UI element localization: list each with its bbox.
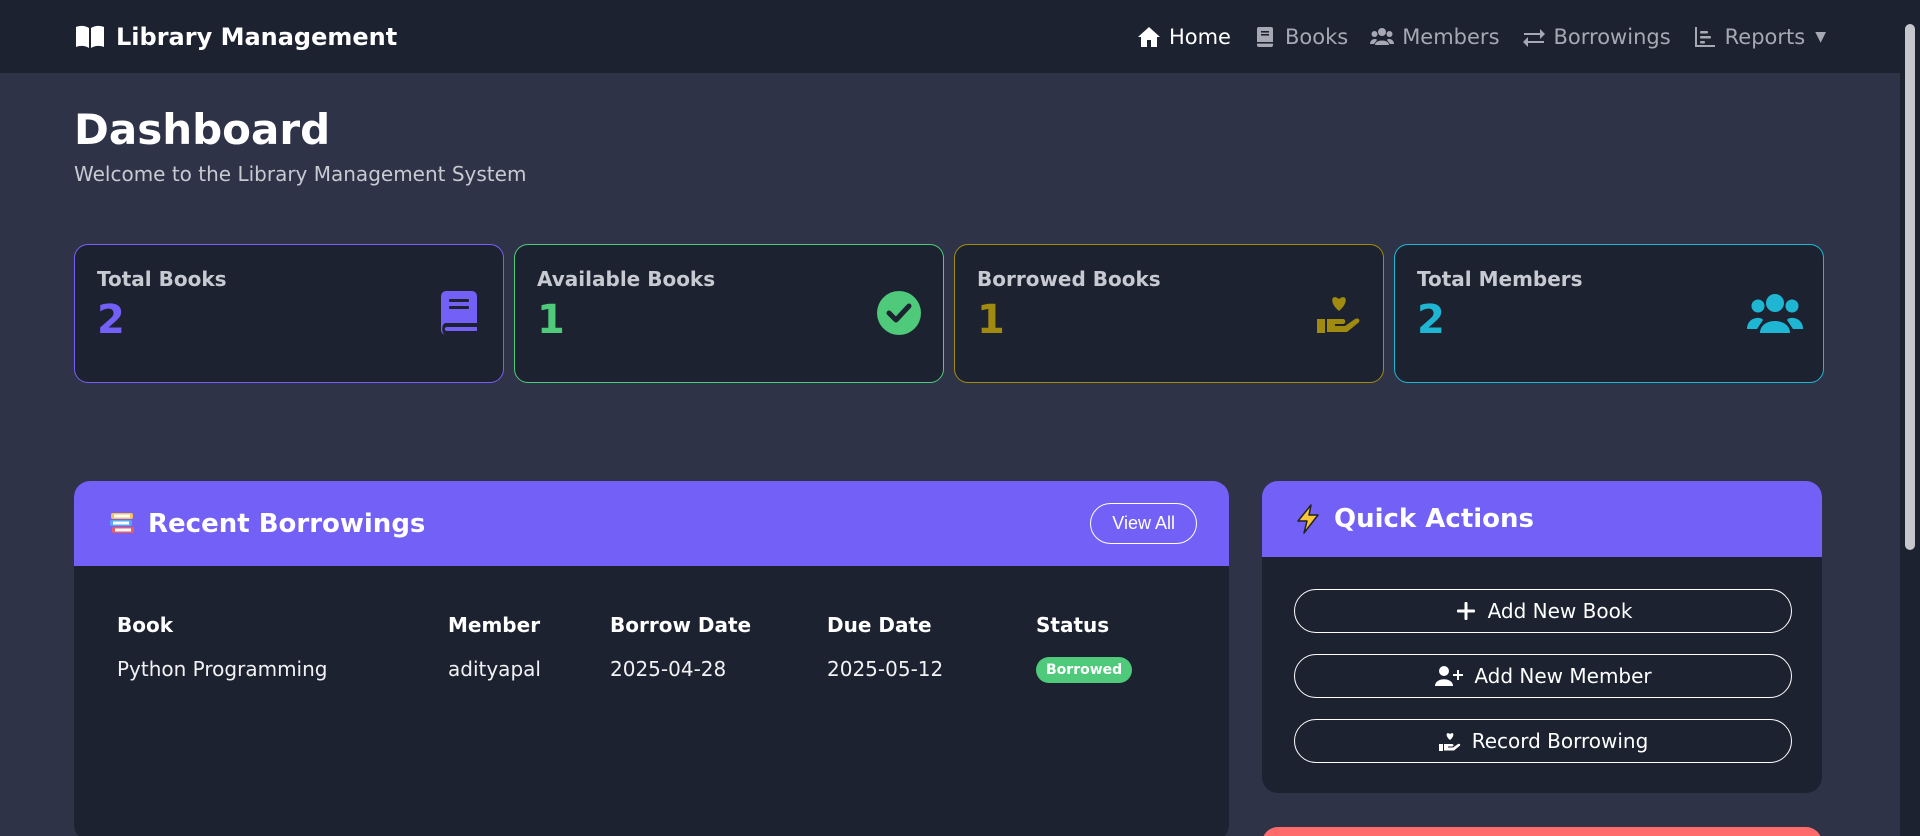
- column-header-status: Status: [1036, 613, 1110, 637]
- stat-label: Available Books: [537, 267, 716, 291]
- status-badge: Borrowed: [1036, 657, 1133, 683]
- users-icon: [1370, 27, 1395, 45]
- cell-book: Python Programming: [117, 657, 328, 681]
- button-label: Record Borrowing: [1471, 729, 1649, 753]
- table-row[interactable]: Python Programming adityapal 2025-04-28 …: [117, 640, 1156, 698]
- hand-holding-icon: [1438, 733, 1460, 751]
- cell-borrow-date: 2025-04-28: [610, 657, 727, 681]
- cell-due-date: 2025-05-12: [827, 657, 944, 681]
- add-new-book-button[interactable]: Add New Book: [1294, 589, 1792, 633]
- stat-label: Borrowed Books: [977, 267, 1161, 291]
- nav-item-label: Borrowings: [1553, 24, 1671, 49]
- chevron-down-icon: ▼: [1815, 28, 1826, 45]
- open-book-icon: [76, 25, 104, 48]
- panel-title-text: Recent Borrowings: [148, 508, 426, 539]
- record-borrowing-button[interactable]: Record Borrowing: [1294, 719, 1792, 763]
- panel-header: Quick Actions: [1262, 481, 1822, 557]
- hand-heart-icon: [1317, 297, 1360, 333]
- stat-label: Total Books: [97, 267, 227, 291]
- column-header-borrow-date: Borrow Date: [610, 613, 752, 637]
- stat-value: 1: [977, 297, 1005, 343]
- column-header-book: Book: [117, 613, 174, 637]
- add-new-member-button[interactable]: Add New Member: [1294, 654, 1792, 698]
- panel-title-text: Quick Actions: [1334, 504, 1535, 534]
- lightning-icon: [1297, 504, 1319, 534]
- nav-menu: Home Books Members Borrowings Reports ▼: [1137, 25, 1826, 49]
- button-label: Add New Member: [1474, 664, 1652, 688]
- plus-icon: [1456, 602, 1475, 620]
- exchange-icon: [1522, 28, 1545, 47]
- recent-borrowings-panel: Recent Borrowings View All Book Member B…: [74, 481, 1229, 836]
- nav-item-label: Books: [1284, 24, 1349, 49]
- nav-item-members[interactable]: Members: [1370, 24, 1500, 49]
- navbar: Library Management Home Books Members Bo…: [0, 0, 1900, 73]
- borrowings-table: Book Member Borrow Date Due Date Status …: [117, 610, 1156, 698]
- home-icon: [1137, 26, 1160, 47]
- column-header-member: Member: [448, 613, 541, 637]
- stat-value: 2: [1417, 297, 1445, 343]
- view-all-button[interactable]: View All: [1090, 503, 1197, 544]
- check-circle-icon: [877, 291, 921, 335]
- cell-member: adityapal: [448, 657, 541, 681]
- chart-icon: [1694, 26, 1715, 47]
- panel-header: Recent Borrowings View All: [74, 481, 1229, 566]
- stat-card-borrowed-books: Borrowed Books 1: [954, 244, 1384, 383]
- scrollbar-thumb[interactable]: [1905, 24, 1915, 550]
- panel-title: Quick Actions: [1294, 504, 1534, 534]
- column-header-due-date: Due Date: [827, 613, 932, 637]
- stat-value: 1: [537, 297, 565, 343]
- book-icon: [1256, 26, 1273, 47]
- user-plus-icon: [1435, 666, 1464, 686]
- books-stack-icon: [110, 512, 134, 533]
- stat-value: 2: [97, 297, 125, 343]
- users-icon: [1747, 294, 1803, 333]
- nav-item-home[interactable]: Home: [1137, 25, 1231, 49]
- nav-item-label: Members: [1402, 24, 1500, 49]
- brand[interactable]: Library Management: [74, 23, 397, 51]
- stat-card-total-members: Total Members 2: [1394, 244, 1824, 383]
- table-header-row: Book Member Borrow Date Due Date Status: [117, 610, 1156, 640]
- panel-title: Recent Borrowings: [108, 509, 425, 539]
- page-subtitle: Welcome to the Library Management System: [74, 162, 527, 186]
- stat-card-total-books: Total Books 2: [74, 244, 504, 383]
- nav-item-borrowings[interactable]: Borrowings: [1522, 25, 1671, 49]
- button-label: Add New Book: [1487, 599, 1633, 623]
- nav-item-reports[interactable]: Reports ▼: [1693, 25, 1826, 49]
- next-panel-header: [1262, 827, 1822, 836]
- brand-name: Library Management: [116, 22, 398, 51]
- scrollbar[interactable]: [1900, 0, 1920, 836]
- stat-card-available-books: Available Books 1: [514, 244, 944, 383]
- stat-label: Total Members: [1417, 267, 1583, 291]
- book-icon: [441, 291, 477, 335]
- nav-item-label: Reports: [1724, 24, 1806, 49]
- nav-item-books[interactable]: Books: [1253, 25, 1348, 49]
- quick-actions-panel: Quick Actions Add New Book Add New Membe…: [1262, 481, 1822, 793]
- nav-item-label: Home: [1168, 24, 1231, 49]
- page-title: Dashboard: [74, 105, 331, 154]
- cell-status: Borrowed: [1036, 640, 1156, 698]
